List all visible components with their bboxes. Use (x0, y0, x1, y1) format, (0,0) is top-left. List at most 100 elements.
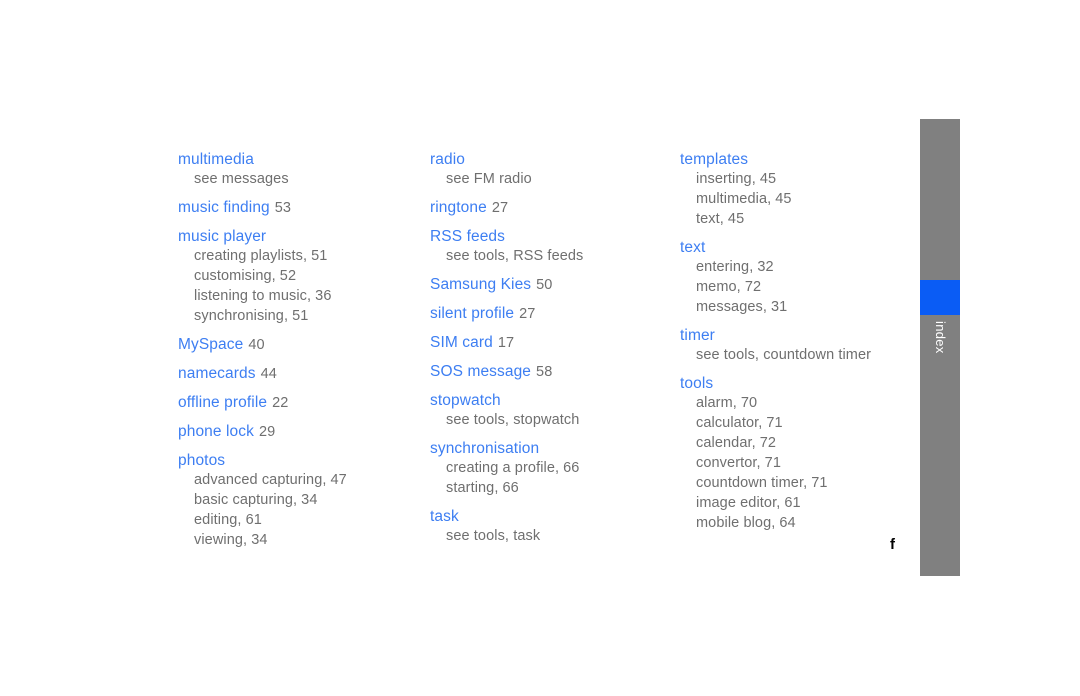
index-subentry[interactable]: see messages (178, 169, 428, 189)
index-subentry[interactable]: see tools, stopwatch (430, 410, 680, 430)
index-column-1: multimedia see messages music finding 53 mus… (178, 150, 428, 550)
index-entry-term[interactable]: radio (430, 150, 680, 169)
index-subentry[interactable]: customising, 52 (178, 266, 428, 286)
index-subentry-list: creating a profile, 66 starting, 66 (430, 458, 680, 498)
index-entry-term[interactable]: templates (680, 150, 930, 169)
index-entry-term[interactable]: music finding 53 (178, 198, 428, 218)
index-entry-term[interactable]: SIM card 17 (430, 333, 680, 353)
index-entry: tools alarm, 70 calculator, 71 calendar, 72 con… (680, 374, 930, 533)
index-entry-page-number: 22 (272, 395, 289, 411)
index-subentry-page-number: 31 (771, 299, 788, 315)
index-entry: ringtone 27 (430, 198, 680, 218)
index-subentry[interactable]: basic capturing, 34 (178, 490, 428, 510)
index-entry-term[interactable]: silent profile 27 (430, 304, 680, 324)
index-entry: synchronisation creating a profile, 66 star… (430, 439, 680, 498)
index-entry-page-number: 29 (258, 424, 276, 440)
index-subentry[interactable]: creating a profile, 66 (430, 458, 680, 478)
index-entry-term[interactable]: offline profile 22 (178, 393, 428, 413)
index-entry-term[interactable]: Samsung Kies 50 (430, 275, 680, 295)
index-subentry-page-number: 45 (759, 171, 777, 187)
index-subentry[interactable]: entering, 32 (680, 257, 930, 277)
index-page: multimedia see messages music finding 53 mus… (0, 0, 1080, 696)
index-entry-term[interactable]: synchronisation (430, 439, 680, 458)
index-entry: namecards 44 (178, 364, 428, 384)
index-subentry[interactable]: see tools, RSS feeds (430, 246, 680, 266)
index-entry-term[interactable]: ringtone 27 (430, 198, 680, 218)
index-subentry[interactable]: advanced capturing, 47 (178, 470, 428, 490)
index-subentry[interactable]: editing, 61 (178, 510, 428, 530)
index-entry-term[interactable]: music player (178, 227, 428, 246)
index-subentry-list: entering, 32 memo, 72 messages, 31 (680, 257, 930, 317)
index-entry-page-number: 44 (260, 366, 277, 382)
index-subentry[interactable]: calendar, 72 (680, 433, 930, 453)
index-subentry-list: alarm, 70 calculator, 71 calendar, 72 converto… (680, 393, 930, 533)
index-entry-page-number: 40 (248, 337, 265, 353)
index-entry-term[interactable]: timer (680, 326, 930, 345)
index-subentry-page-number: 64 (779, 515, 796, 531)
index-columns: multimedia see messages music finding 53 mus… (178, 150, 878, 550)
index-subentry-list: see messages (178, 169, 428, 189)
index-entry: MySpace 40 (178, 335, 428, 355)
index-subentry[interactable]: convertor, 71 (680, 453, 930, 473)
index-entry: music player creating playlists, 51 customi… (178, 227, 428, 326)
index-entry-term[interactable]: task (430, 507, 680, 526)
index-subentry-list: creating playlists, 51 customising, 52 liste… (178, 246, 428, 326)
index-subentry[interactable]: alarm, 70 (680, 393, 930, 413)
index-entry: RSS feeds see tools, RSS feeds (430, 227, 680, 266)
index-entry: stopwatch see tools, stopwatch (430, 391, 680, 430)
index-entry: offline profile 22 (178, 393, 428, 413)
index-entry-term[interactable]: MySpace 40 (178, 335, 428, 355)
index-entry-term[interactable]: SOS message 58 (430, 362, 680, 382)
index-subentry[interactable]: messages, 31 (680, 297, 930, 317)
side-tab-bar[interactable]: index (920, 119, 960, 576)
page-marker: f (890, 536, 895, 553)
index-subentry[interactable]: inserting, 45 (680, 169, 930, 189)
index-subentry[interactable]: viewing, 34 (178, 530, 428, 550)
side-tab-label: index (933, 321, 948, 354)
index-subentry[interactable]: listening to music, 36 (178, 286, 428, 306)
index-subentry[interactable]: calculator, 71 (680, 413, 930, 433)
index-subentry[interactable]: text, 45 (680, 209, 930, 229)
index-subentry[interactable]: creating playlists, 51 (178, 246, 428, 266)
index-entry-term[interactable]: phone lock 29 (178, 422, 428, 442)
index-subentry-list: see tools, task (430, 526, 680, 546)
index-subentry[interactable]: multimedia, 45 (680, 189, 930, 209)
index-entry-page-number: 27 (491, 200, 509, 216)
index-subentry-page-number: 61 (784, 495, 801, 511)
index-entry-term[interactable]: multimedia (178, 150, 428, 169)
index-subentry[interactable]: see tools, countdown timer (680, 345, 930, 365)
index-subentry-list: advanced capturing, 47 basic capturing, 34 e… (178, 470, 428, 550)
index-entry-term[interactable]: text (680, 238, 930, 257)
index-subentry-list: inserting, 45 multimedia, 45 text, 45 (680, 169, 930, 229)
index-subentry-page-number: 45 (727, 211, 745, 227)
index-entry-term[interactable]: namecards 44 (178, 364, 428, 384)
index-subentry-list: see tools, countdown timer (680, 345, 930, 365)
index-subentry[interactable]: memo, 72 (680, 277, 930, 297)
index-subentry-list: see tools, stopwatch (430, 410, 680, 430)
index-subentry[interactable]: image editor, 61 (680, 493, 930, 513)
index-entry: phone lock 29 (178, 422, 428, 442)
index-entry: task see tools, task (430, 507, 680, 546)
index-subentry[interactable]: see FM radio (430, 169, 680, 189)
index-entry-term[interactable]: tools (680, 374, 930, 393)
index-subentry-page-number: 34 (301, 492, 318, 508)
index-entry-term[interactable]: stopwatch (430, 391, 680, 410)
index-subentry-page-number: 70 (740, 395, 758, 411)
index-entry-page-number: 17 (497, 335, 515, 351)
index-column-3: templates inserting, 45 multimedia, 45 text, 4… (680, 150, 930, 533)
index-subentry-page-number: 51 (311, 248, 328, 264)
index-entry: SOS message 58 (430, 362, 680, 382)
index-subentry[interactable]: starting, 66 (430, 478, 680, 498)
index-subentry-page-number: 45 (775, 191, 792, 207)
index-subentry[interactable]: mobile blog, 64 (680, 513, 930, 533)
index-entry-term[interactable]: photos (178, 451, 428, 470)
index-subentry[interactable]: synchronising, 51 (178, 306, 428, 326)
index-entry-term[interactable]: RSS feeds (430, 227, 680, 246)
index-subentry-page-number: 47 (330, 472, 347, 488)
index-subentry[interactable]: countdown timer, 71 (680, 473, 930, 493)
index-subentry-page-number: 66 (563, 460, 580, 476)
index-subentry-list: see FM radio (430, 169, 680, 189)
index-subentry[interactable]: see tools, task (430, 526, 680, 546)
index-subentry-page-number: 52 (279, 268, 297, 284)
index-subentry-page-number: 72 (744, 279, 762, 295)
